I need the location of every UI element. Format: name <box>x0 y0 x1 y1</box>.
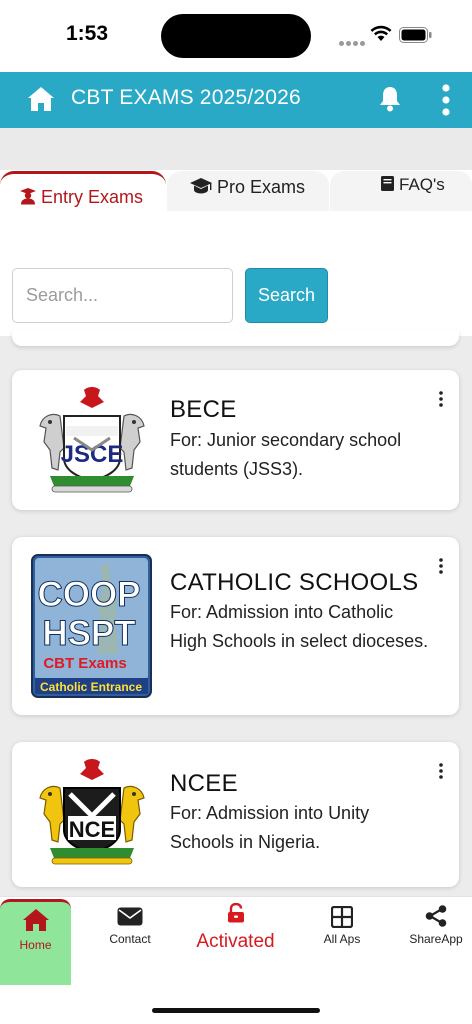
exam-description: For: Junior secondary school students (J… <box>170 430 402 479</box>
card-menu-icon[interactable] <box>438 557 444 575</box>
status-time: 1:53 <box>66 22 109 45</box>
battery-icon <box>399 27 432 43</box>
exam-description: For: Admission into Unity Schools in Nig… <box>170 803 370 852</box>
tab-label: Entry Exams <box>41 187 144 207</box>
dynamic-island <box>161 14 311 58</box>
nav-label: ShareApp <box>409 932 463 946</box>
home-icon[interactable] <box>26 85 56 113</box>
exam-card-catholic-schools[interactable]: COOP HSPT CBT Exams Catholic Entrance CA… <box>12 537 459 715</box>
nav-label: Activated <box>196 931 275 952</box>
jsce-coat-of-arms-logo: JSCE <box>39 387 145 493</box>
cellular-signal-icon <box>339 33 367 51</box>
grid-icon <box>331 906 353 928</box>
exam-card-bece[interactable]: JSCE BECE For: Junior secondary school s… <box>12 370 459 510</box>
nav-share-app[interactable]: ShareApp <box>402 897 470 983</box>
unlock-icon <box>227 903 244 923</box>
card-menu-icon[interactable] <box>438 762 444 780</box>
bottom-nav: Home Contact Activated All Aps ShareApp <box>0 896 472 1024</box>
tab-entry-exams[interactable]: Entry Exams <box>0 171 166 256</box>
exam-description: For: Admission into Catholic High School… <box>170 602 429 651</box>
home-icon <box>22 909 49 931</box>
tab-label: FAQ's <box>399 175 445 194</box>
graduation-cap-user-icon <box>20 188 36 205</box>
bell-icon[interactable] <box>377 85 403 113</box>
search-input[interactable] <box>12 268 233 323</box>
search-button[interactable]: Search <box>245 268 328 323</box>
svg-text:CBT Exams: CBT Exams <box>43 655 126 672</box>
tab-faqs[interactable]: FAQ's <box>330 171 472 211</box>
nav-activated[interactable]: Activated <box>183 897 288 983</box>
exam-card-ncee[interactable]: NCE NCEE For: Admission into Unity Schoo… <box>12 742 459 887</box>
home-indicator[interactable] <box>152 1008 320 1013</box>
nav-label: Contact <box>109 932 151 946</box>
app-title: CBT EXAMS 2025/2026 <box>71 86 301 109</box>
exam-title: BECE <box>170 396 237 423</box>
tab-label: Pro Exams <box>217 177 306 197</box>
share-icon <box>425 905 447 927</box>
coop-hspt-logo: COOP HSPT CBT Exams Catholic Entrance <box>31 554 152 698</box>
app-header: CBT EXAMS 2025/2026 <box>0 72 472 128</box>
nav-label: Home <box>19 938 52 952</box>
partial-card <box>12 330 459 346</box>
book-icon <box>381 176 394 191</box>
svg-text:COOP: COOP <box>37 575 140 614</box>
wifi-icon <box>370 25 392 41</box>
search-row: Search <box>0 256 472 336</box>
nce-coat-of-arms-logo: NCE <box>39 759 145 865</box>
nav-home[interactable]: Home <box>0 899 71 985</box>
card-menu-icon[interactable] <box>438 390 444 408</box>
more-vertical-icon[interactable] <box>441 83 451 117</box>
status-bar: 1:53 <box>0 0 472 72</box>
envelope-icon <box>117 907 143 926</box>
nav-contact[interactable]: Contact <box>95 897 165 983</box>
tab-pro-exams[interactable]: Pro Exams <box>167 171 329 211</box>
nav-all-aps[interactable]: All Aps <box>306 897 378 983</box>
svg-text:JSCE: JSCE <box>61 441 124 468</box>
svg-text:NCE: NCE <box>69 817 115 842</box>
nav-label: All Aps <box>323 932 361 946</box>
svg-text:HSPT: HSPT <box>42 614 135 653</box>
graduation-cap-icon <box>190 178 212 194</box>
svg-text:Catholic Entrance: Catholic Entrance <box>40 680 142 694</box>
exam-title: NCEE <box>170 770 238 797</box>
exam-title: CATHOLIC SCHOOLS <box>170 569 419 596</box>
